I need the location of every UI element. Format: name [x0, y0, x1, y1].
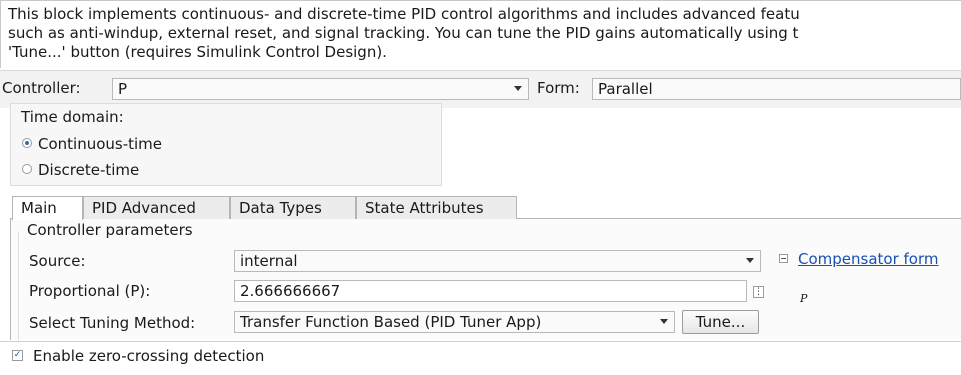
source-label: Source:	[29, 252, 86, 270]
tab-main-label: Main	[21, 199, 57, 217]
controller-label: Controller:	[2, 79, 81, 97]
chevron-down-icon	[746, 258, 754, 263]
tab-data-types-label: Data Types	[239, 199, 322, 217]
tuning-method-value: Transfer Function Based (PID Tuner App)	[240, 313, 542, 331]
form-label: Form:	[537, 79, 580, 97]
proportional-value: 2.666666667	[240, 282, 341, 300]
tab-pid-advanced[interactable]: PID Advanced	[83, 196, 230, 219]
tune-button[interactable]: Tune...	[682, 310, 759, 334]
description-line-3: 'Tune...' button (requires Simulink Cont…	[8, 43, 387, 61]
tuning-method-dropdown[interactable]: Transfer Function Based (PID Tuner App)	[234, 311, 675, 333]
tab-state-attributes-label: State Attributes	[365, 199, 484, 217]
tune-button-label: Tune...	[695, 313, 746, 331]
compensator-form-link[interactable]: Compensator form	[798, 250, 939, 268]
radio-discrete-time[interactable]: Discrete-time	[22, 161, 139, 179]
tab-main[interactable]: Main	[12, 196, 83, 220]
more-options-icon[interactable]: ⋮	[753, 286, 764, 298]
zero-crossing-label: Enable zero-crossing detection	[33, 347, 265, 365]
tab-state-attributes[interactable]: State Attributes	[356, 196, 517, 219]
tuning-method-label: Select Tuning Method:	[29, 314, 196, 332]
proportional-label: Proportional (P):	[29, 282, 151, 300]
collapse-icon[interactable]	[779, 254, 788, 263]
tab-pid-advanced-label: PID Advanced	[92, 199, 196, 217]
zero-crossing-checkbox[interactable]: ✓	[12, 350, 23, 361]
radio-selected-icon	[22, 138, 32, 148]
proportional-input[interactable]: 2.666666667	[234, 280, 747, 302]
controller-value: P	[118, 80, 128, 98]
radio-continuous-time[interactable]: Continuous-time	[22, 135, 162, 153]
description-line-1: This block implements continuous- and di…	[8, 5, 800, 23]
radio-unselected-icon	[22, 164, 32, 174]
time-domain-label: Time domain:	[21, 108, 124, 126]
source-dropdown[interactable]: internal	[234, 250, 761, 272]
controller-parameters-label: Controller parameters	[27, 221, 193, 239]
compensator-formula: P	[800, 292, 808, 305]
controller-dropdown[interactable]: P	[112, 78, 529, 100]
description-line-2: such as anti-windup, external reset, and…	[8, 24, 799, 42]
chevron-down-icon	[660, 319, 668, 324]
form-dropdown[interactable]: Parallel	[592, 78, 961, 100]
chevron-down-icon	[514, 86, 522, 91]
source-value: internal	[240, 252, 298, 270]
form-value: Parallel	[598, 80, 653, 98]
continuous-time-label: Continuous-time	[38, 135, 163, 153]
discrete-time-label: Discrete-time	[38, 161, 140, 179]
tab-data-types[interactable]: Data Types	[230, 196, 356, 219]
block-description: This block implements continuous- and di…	[0, 0, 961, 68]
